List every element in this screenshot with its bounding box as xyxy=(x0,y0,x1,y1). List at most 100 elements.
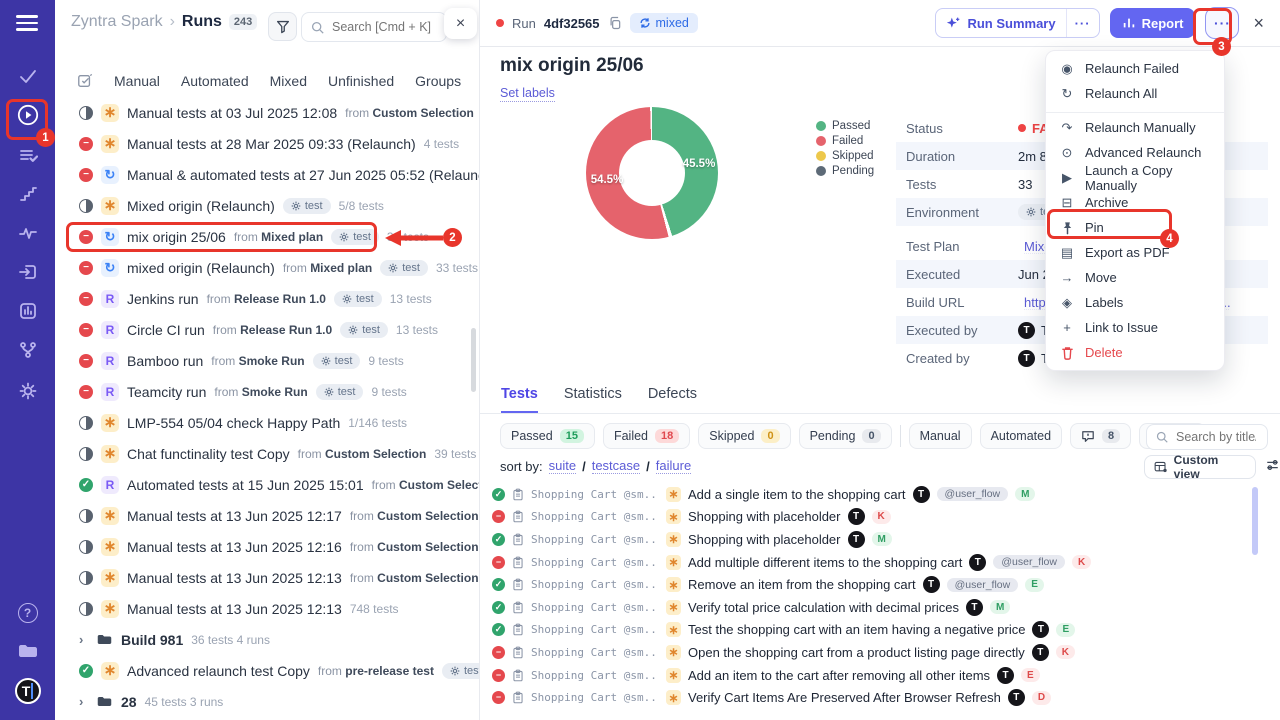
run-row[interactable]: › ✓− ∗ ↻ R Manual tests at 03 Jul 2025 1… xyxy=(55,97,480,128)
test-row[interactable]: ✓− Shopping Cart @sm... ∗ Test the shopp… xyxy=(492,619,1268,642)
set-labels-link[interactable]: Set labels xyxy=(500,86,555,102)
help-icon[interactable]: ? xyxy=(0,603,55,623)
run-row[interactable]: › ✓− ∗ ↻ R Automated tests at 15 Jun 202… xyxy=(55,469,480,500)
filter-button[interactable]: Manual xyxy=(909,423,972,449)
test-title: Add a single item to the shopping cart xyxy=(688,487,906,502)
view-settings-icon[interactable] xyxy=(1265,458,1280,477)
run-type-icon: ∗ ↻ R xyxy=(101,321,119,339)
test-row[interactable]: ✓− Shopping Cart @sm... ∗ Add multiple d… xyxy=(492,551,1268,574)
test-row[interactable]: ✓− Shopping Cart @sm... ∗ Add a single i… xyxy=(492,483,1268,506)
select-runs-icon[interactable] xyxy=(77,73,93,89)
tests-search[interactable] xyxy=(1146,424,1268,450)
test-row[interactable]: ✓− Shopping Cart @sm... ∗ Shopping with … xyxy=(492,506,1268,529)
run-row[interactable]: › ✓− ∗ ↻ R Jenkins run from Release Run … xyxy=(55,283,480,314)
menu-item-relaunch-manually[interactable]: ↷ Relaunch Manually xyxy=(1046,115,1224,140)
filter-button[interactable]: Passed 15 xyxy=(500,423,595,449)
run-env-tag: test xyxy=(283,198,331,214)
chevron-right-icon[interactable]: › xyxy=(79,632,87,647)
filter-button[interactable]: Pending 0 xyxy=(799,423,892,449)
menu-item-move[interactable]: → Move xyxy=(1046,265,1224,290)
run-type-icon: ∗ ↻ R xyxy=(101,166,119,184)
pulse-icon[interactable] xyxy=(0,223,55,243)
run-row[interactable]: › ✓− ∗ ↻ R Mixed origin (Relaunch) test … xyxy=(55,190,480,221)
filter-button[interactable]: Failed 18 xyxy=(603,423,690,449)
run-row[interactable]: › ✓− ∗ ↻ R Manual tests at 28 Mar 2025 0… xyxy=(55,128,480,159)
menu-item-link-issue[interactable]: + Link to Issue xyxy=(1046,315,1224,340)
reports-icon[interactable] xyxy=(0,301,55,321)
test-row[interactable]: ✓− Shopping Cart @sm... ∗ Verify Cart It… xyxy=(492,686,1268,709)
run-row[interactable]: › ✓− ∗ ↻ R Teamcity run from Smoke Run t… xyxy=(55,376,480,407)
runs-tab[interactable]: Mixed xyxy=(270,73,307,89)
runs-tab[interactable]: Groups xyxy=(415,73,461,89)
run-row[interactable]: › ✓− ∗ ↻ R LMP-554 05/04 check Happy Pat… xyxy=(55,407,480,438)
run-row[interactable]: › ✓− ∗ ↻ R Manual & automated tests at 2… xyxy=(55,159,480,190)
run-row[interactable]: › ✓− ∗ ↻ R Advanced relaunch test Copy f… xyxy=(55,655,480,686)
run-type-icon: ∗ ↻ R xyxy=(101,352,119,370)
projects-folder-icon[interactable] xyxy=(0,641,55,661)
tab[interactable]: Defects xyxy=(648,386,697,413)
menu-icon[interactable] xyxy=(16,15,38,35)
chevron-right-icon[interactable]: › xyxy=(79,694,87,709)
run-row[interactable]: › ✓− ∗ ↻ R Chat functinality test Copy f… xyxy=(55,438,480,469)
menu-item-delete[interactable]: Delete xyxy=(1046,340,1224,365)
close-run-icon[interactable]: × xyxy=(1253,13,1264,34)
runs-scrollbar[interactable] xyxy=(471,328,476,392)
runs-tab[interactable]: Manual xyxy=(114,73,160,89)
runs-search-input[interactable] xyxy=(330,19,437,35)
test-row[interactable]: ✓− Shopping Cart @sm... ∗ Add an item to… xyxy=(492,664,1268,687)
filter-button[interactable]: Skipped 0 xyxy=(698,423,790,449)
run-summary-more-button[interactable]: ··· xyxy=(1066,9,1099,37)
test-row[interactable]: ✓− Shopping Cart @sm... ∗ Shopping with … xyxy=(492,528,1268,551)
test-row[interactable]: ✓− Shopping Cart @sm... ∗ Verify total p… xyxy=(492,596,1268,619)
run-row[interactable]: › ✓− ∗ ↻ R Circle CI run from Release Ru… xyxy=(55,314,480,345)
branches-icon[interactable] xyxy=(0,340,55,360)
filter-funnel-button[interactable] xyxy=(268,12,297,41)
menu-item-relaunch-failed[interactable]: ◉ Relaunch Failed xyxy=(1046,56,1224,81)
menu-item-launch-copy[interactable]: ▶ Launch a Copy Manually xyxy=(1046,165,1224,190)
run-row[interactable]: › ✓− ∗ ↻ R mixed origin (Relaunch) from … xyxy=(55,252,480,283)
sort-by-testcase[interactable]: testcase xyxy=(592,458,640,474)
menu-item-export-pdf[interactable]: ▤ Export as PDF xyxy=(1046,240,1224,265)
close-panel-button[interactable]: × xyxy=(444,8,477,39)
run-title: Jenkins run xyxy=(127,291,199,307)
run-type-icon: ∗ ↻ R xyxy=(101,600,119,618)
avatar[interactable]: T xyxy=(0,678,55,704)
run-row[interactable]: › ✓− ∗ ↻ R Manual tests at 13 Jun 2025 1… xyxy=(55,562,480,593)
breadcrumb-project[interactable]: Zyntra Spark xyxy=(71,13,163,31)
menu-item-relaunch-all[interactable]: ↻ Relaunch All xyxy=(1046,81,1224,106)
list-check-icon[interactable] xyxy=(0,145,55,165)
run-summary-button[interactable]: Run Summary ··· xyxy=(935,8,1099,38)
tab[interactable]: Statistics xyxy=(564,386,622,413)
copy-icon[interactable] xyxy=(608,16,622,30)
steps-icon[interactable] xyxy=(0,184,55,204)
settings-gear-icon[interactable] xyxy=(0,381,55,401)
run-row[interactable]: › ✓− ∗ ↻ R 28 45 tests 3 runs xyxy=(55,686,480,717)
runs-tab[interactable]: Automated xyxy=(181,73,249,89)
menu-item-labels[interactable]: ◈ Labels xyxy=(1046,290,1224,315)
check-icon[interactable] xyxy=(0,66,55,86)
run-row[interactable]: › ✓− ∗ ↻ R Manual tests at 13 Jun 2025 1… xyxy=(55,500,480,531)
test-row[interactable]: ✓− Shopping Cart @sm... ∗ Remove an item… xyxy=(492,573,1268,596)
tab[interactable]: Tests xyxy=(501,386,538,413)
import-icon[interactable] xyxy=(0,262,55,282)
run-row[interactable]: › ✓− ∗ ↻ R Manual tests at 13 Jun 2025 1… xyxy=(55,531,480,562)
test-title: Add an item to the cart after removing a… xyxy=(688,668,990,683)
run-title: Chat functinality test Copy xyxy=(127,446,290,462)
test-row[interactable]: ✓− Shopping Cart @sm... ∗ Open the shopp… xyxy=(492,641,1268,664)
filter-button[interactable]: Automated xyxy=(980,423,1062,449)
menu-item[interactable] xyxy=(1046,106,1224,115)
custom-view-button[interactable]: Custom view xyxy=(1144,455,1256,479)
menu-item-advanced-relaunch[interactable]: ⊙ Advanced Relaunch xyxy=(1046,140,1224,165)
run-row[interactable]: › ✓− ∗ ↻ R Manual tests at 13 Jun 2025 1… xyxy=(55,593,480,624)
run-row[interactable]: › ✓− ∗ ↻ R Bamboo run from Smoke Run tes… xyxy=(55,345,480,376)
filter-button[interactable] xyxy=(900,425,901,447)
tests-search-input[interactable] xyxy=(1174,429,1258,445)
tests-scrollbar[interactable] xyxy=(1252,487,1258,555)
runs-tab[interactable]: Unfinished xyxy=(328,73,394,89)
comment-alert-filter-button[interactable]: 8 xyxy=(1070,423,1131,449)
report-button[interactable]: Report xyxy=(1110,8,1196,38)
sort-by-suite[interactable]: suite xyxy=(549,458,576,474)
run-row[interactable]: › ✓− ∗ ↻ R Build 981 36 tests 4 runs xyxy=(55,624,480,655)
runs-search[interactable] xyxy=(301,12,447,42)
sort-by-failure[interactable]: failure xyxy=(656,458,691,474)
